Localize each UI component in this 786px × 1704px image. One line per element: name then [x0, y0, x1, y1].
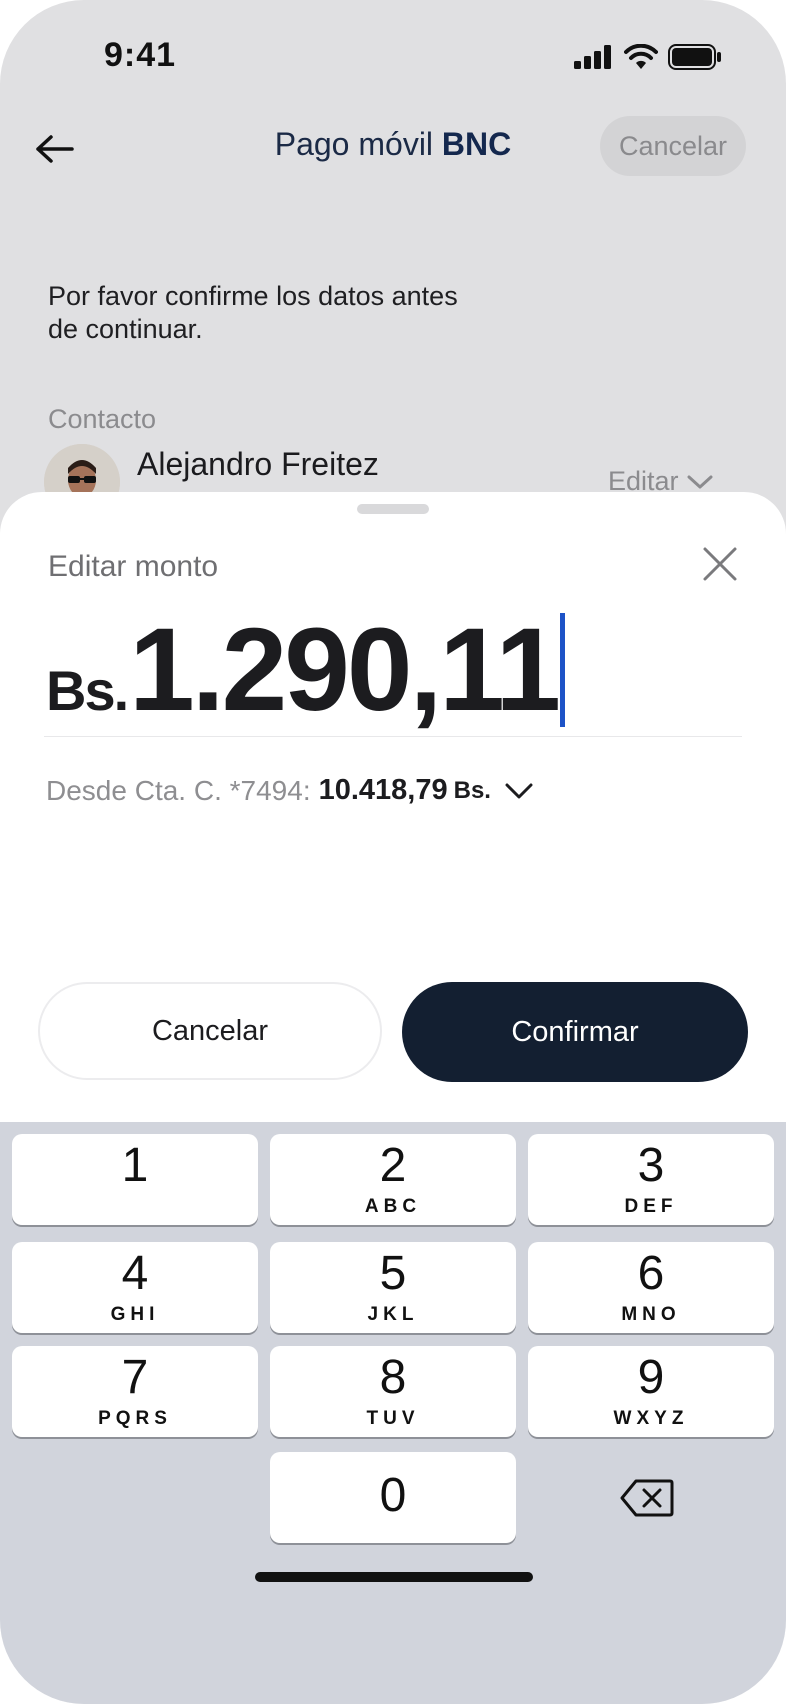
wifi-icon	[624, 44, 658, 69]
phone-screen: 9:41 Pago móvil BNC Cancelar Por favor c…	[0, 0, 786, 1704]
key-digit: 6	[637, 1247, 665, 1300]
key-letters: MNO	[621, 1304, 681, 1325]
confirm-message: Por favor confirme los datos antes de co…	[48, 281, 458, 344]
amount-input[interactable]: Bs. 1.290,11	[46, 610, 565, 730]
chevron-down-icon	[505, 783, 533, 798]
key-1[interactable]: 1	[12, 1134, 258, 1225]
home-indicator[interactable]	[255, 1572, 533, 1582]
status-time: 9:41	[104, 36, 177, 74]
amount-divider	[44, 736, 742, 737]
close-icon	[703, 547, 737, 581]
contact-label: Contacto	[48, 404, 157, 434]
key-digit: 3	[637, 1139, 665, 1192]
battery-icon	[668, 44, 721, 70]
amount-currency: Bs.	[46, 659, 129, 722]
account-currency: Bs.	[453, 776, 491, 804]
key-letters: WXYZ	[613, 1408, 689, 1429]
key-letters: DEF	[624, 1196, 678, 1217]
confirm-button[interactable]: Confirmar	[402, 982, 748, 1082]
sheet-handle[interactable]	[357, 504, 429, 514]
key-2[interactable]: 2 ABC	[270, 1134, 516, 1225]
key-9[interactable]: 9 WXYZ	[528, 1346, 774, 1437]
key-digit: 0	[379, 1469, 407, 1522]
key-7[interactable]: 7 PQRS	[12, 1346, 258, 1437]
key-digit: 9	[637, 1351, 665, 1404]
header-cancel-button[interactable]: Cancelar	[600, 116, 746, 176]
key-8[interactable]: 8 TUV	[270, 1346, 516, 1437]
key-digit: 1	[121, 1139, 149, 1192]
account-prefix: Desde Cta. C. *7494:	[46, 774, 311, 806]
key-digit: 2	[379, 1139, 407, 1192]
edit-amount-sheet: Editar monto Bs. 1.290,11 Desde Cta. C. …	[0, 492, 786, 1704]
amount-value: 1.290,11	[129, 604, 561, 736]
status-icons	[574, 44, 722, 70]
numeric-keypad: 1 2 ABC 3 DEF 4 GHI 5 JKL 6 MNO 7 PQRS 8…	[0, 1122, 786, 1704]
key-letters: ABC	[364, 1196, 422, 1217]
key-4[interactable]: 4 GHI	[12, 1242, 258, 1333]
key-letters: JKL	[367, 1304, 419, 1325]
cancel-button[interactable]: Cancelar	[38, 982, 382, 1080]
key-digit: 4	[121, 1247, 149, 1300]
contact-name: Alejandro Freitez	[137, 446, 379, 482]
key-3[interactable]: 3 DEF	[528, 1134, 774, 1225]
page-title-brand: BNC	[441, 126, 512, 162]
key-digit: 7	[121, 1351, 149, 1404]
text-cursor	[559, 613, 565, 727]
key-letters: TUV	[366, 1408, 420, 1429]
key-6[interactable]: 6 MNO	[528, 1242, 774, 1333]
key-digit: 8	[379, 1351, 407, 1404]
cellular-signal-icon	[574, 45, 611, 69]
sheet-title: Editar monto	[48, 550, 219, 583]
page-title-main: Pago móvil	[274, 126, 442, 162]
key-digit: 5	[379, 1247, 407, 1300]
account-balance: 10.418,79	[318, 774, 448, 806]
key-letters: GHI	[110, 1304, 160, 1325]
delete-key[interactable]	[620, 1478, 686, 1528]
source-account-selector[interactable]: Desde Cta. C. *7494: 10.418,79 Bs.	[46, 774, 533, 807]
key-5[interactable]: 5 JKL	[270, 1242, 516, 1333]
key-0[interactable]: 0	[270, 1452, 516, 1543]
backspace-icon	[620, 1479, 674, 1517]
close-button[interactable]	[700, 544, 740, 584]
chevron-down-icon	[687, 475, 713, 488]
key-letters: PQRS	[98, 1408, 172, 1429]
